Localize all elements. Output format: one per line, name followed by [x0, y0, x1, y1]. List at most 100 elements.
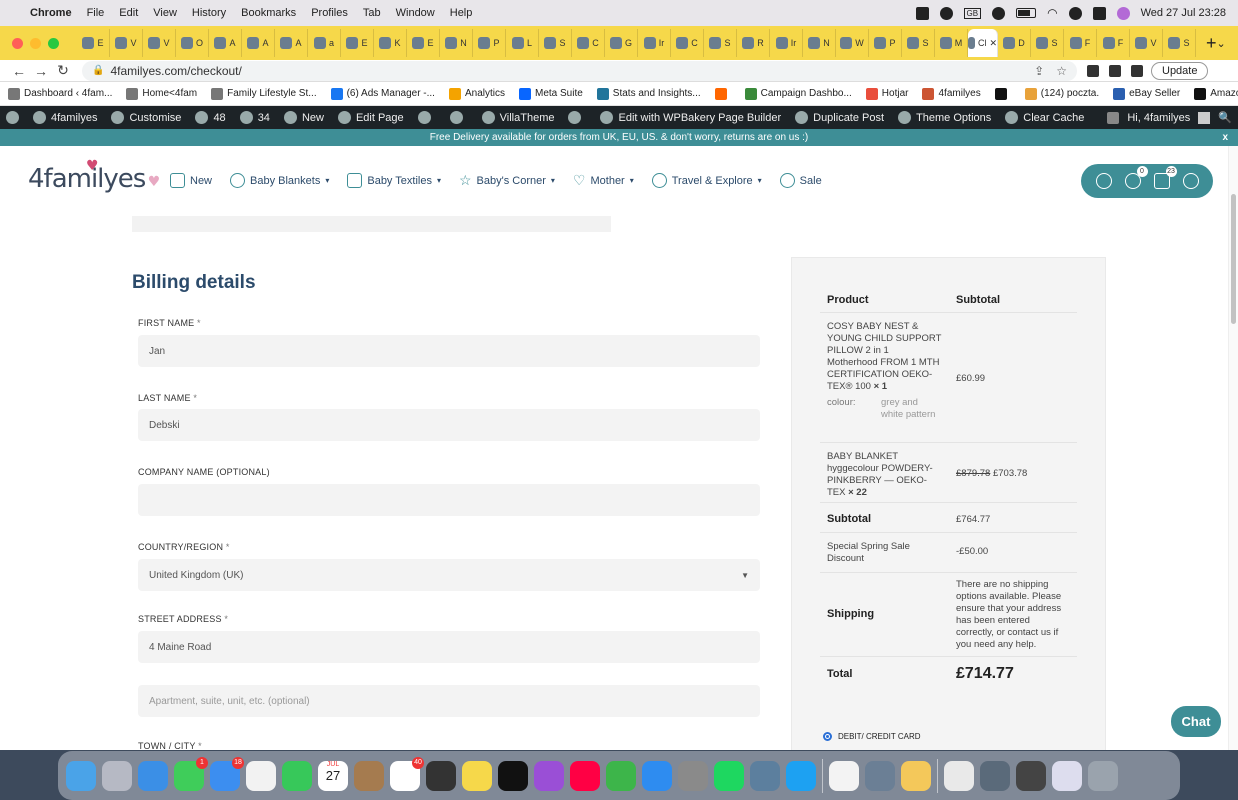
browser-tab[interactable]: N	[803, 29, 836, 57]
bookmark-star-icon[interactable]: ☆	[1056, 64, 1067, 78]
browser-tab[interactable]: S	[539, 29, 572, 57]
bookmark-item[interactable]: Family Lifestyle St...	[211, 87, 317, 100]
skype-icon[interactable]	[786, 760, 816, 791]
browser-tab[interactable]: S	[1031, 29, 1064, 57]
preview-icon[interactable]	[865, 760, 895, 791]
admin-bar-item[interactable]: New	[283, 111, 324, 124]
menu-help[interactable]: Help	[450, 7, 473, 19]
news-icon[interactable]	[570, 760, 600, 791]
admin-bar-item[interactable]: 48	[195, 111, 226, 124]
admin-bar-item[interactable]	[417, 111, 436, 124]
facetime-icon[interactable]	[282, 760, 312, 791]
browser-tab[interactable]: E	[341, 29, 374, 57]
address-bar[interactable]: 🔒 4familyes.com/checkout/ ⇪ ☆	[82, 60, 1077, 81]
share-icon[interactable]: ⇪	[1034, 64, 1044, 78]
admin-bar-item[interactable]: Edit Page	[337, 111, 404, 124]
avatar[interactable]	[1198, 111, 1211, 124]
nav-baby-blankets[interactable]: Baby Blankets ▾	[230, 172, 329, 189]
folder-stack-icon[interactable]	[980, 760, 1010, 791]
menu-bookmarks[interactable]: Bookmarks	[241, 7, 296, 19]
menu-history[interactable]: History	[192, 7, 226, 19]
first-name-input[interactable]: Jan	[138, 335, 760, 367]
bookmark-item[interactable]: Campaign Dashbo...	[744, 87, 852, 100]
new-tab-button[interactable]: +	[1206, 33, 1217, 54]
banner-close-button[interactable]: x	[1222, 129, 1228, 146]
menu-file[interactable]: File	[87, 7, 105, 19]
bookmark-item[interactable]: Dashboard ‹ 4fam...	[8, 87, 112, 100]
bookmark-item[interactable]: Amazon	[1194, 87, 1238, 100]
nav-new[interactable]: New	[170, 172, 212, 189]
chat-button[interactable]: Chat	[1171, 706, 1221, 737]
country-select[interactable]: United Kingdom (UK) ▼	[138, 559, 760, 591]
app-store-icon[interactable]	[642, 760, 672, 791]
browser-tab[interactable]: G	[605, 29, 638, 57]
clock[interactable]: Wed 27 Jul 23:28	[1141, 7, 1226, 19]
calendar-icon[interactable]: JUL 27	[318, 760, 348, 791]
launchpad-icon[interactable]	[102, 760, 132, 791]
browser-tab[interactable]: V	[143, 29, 176, 57]
admin-search-icon[interactable]: 🔍	[1218, 111, 1232, 124]
battery-icon[interactable]	[1016, 8, 1037, 18]
close-window-button[interactable]	[12, 37, 23, 49]
admin-bar-item[interactable]: VillaTheme	[481, 111, 554, 124]
checkbox-status-icon[interactable]	[915, 6, 929, 20]
browser-tab[interactable]: A	[242, 29, 275, 57]
podcasts-icon[interactable]	[534, 760, 564, 791]
street-address-input[interactable]: 4 Maine Road	[138, 631, 760, 663]
browser-tab[interactable]: C	[671, 29, 704, 57]
trash-icon[interactable]	[1088, 760, 1118, 791]
browser-tab[interactable]: Cl ✕	[968, 29, 998, 57]
lock-icon[interactable]: 🔒	[92, 65, 104, 76]
reading-list-icon[interactable]	[1109, 64, 1121, 77]
admin-bar-item[interactable]: 4familyes	[33, 111, 97, 124]
contacts-icon[interactable]	[354, 760, 384, 791]
last-name-input[interactable]: Debski	[138, 409, 760, 441]
browser-tab[interactable]: O	[176, 29, 209, 57]
bookmark-item[interactable]: Stats and Insights...	[596, 87, 701, 100]
account-icon[interactable]	[1095, 173, 1112, 189]
sidebar-icon[interactable]	[1131, 64, 1143, 77]
wifi-icon[interactable]: ◠	[1047, 6, 1057, 20]
spotify-icon[interactable]	[714, 760, 744, 791]
user-status-icon[interactable]	[992, 6, 1006, 20]
bookmark-item[interactable]: eBay Seller	[1113, 87, 1180, 100]
company-name-input[interactable]	[138, 484, 760, 516]
pages-icon[interactable]	[901, 760, 931, 791]
nav-travel-explore[interactable]: Travel & Explore ▾	[651, 172, 762, 189]
payment-card-radio[interactable]	[823, 732, 832, 741]
menu-tab[interactable]: Tab	[363, 7, 381, 19]
control-center-icon[interactable]	[1092, 6, 1106, 20]
page-scrollbar[interactable]	[1228, 146, 1238, 750]
grammarly-icon[interactable]	[939, 6, 953, 20]
wordpress-logo-icon[interactable]	[6, 111, 19, 124]
back-button[interactable]: ←	[8, 63, 30, 79]
siri-icon[interactable]	[1116, 6, 1130, 20]
forward-button[interactable]: →	[30, 63, 52, 79]
browser-tab[interactable]: D	[998, 29, 1031, 57]
browser-tab[interactable]: V	[1130, 29, 1163, 57]
update-button[interactable]: Update	[1151, 61, 1209, 80]
search-icon[interactable]	[1068, 6, 1082, 20]
admin-bar-item[interactable]: Customise	[111, 111, 181, 124]
menu-view[interactable]: View	[153, 7, 177, 19]
browser-tab[interactable]: W	[836, 29, 869, 57]
close-tab-icon[interactable]: ✕	[989, 38, 997, 49]
browser-tab[interactable]: S	[704, 29, 737, 57]
browser-tab[interactable]: F	[1064, 29, 1097, 57]
admin-bar-item[interactable]: Clear Cache	[1005, 111, 1084, 124]
browser-tab[interactable]: K	[374, 29, 407, 57]
minimize-window-button[interactable]	[30, 37, 41, 49]
search-magnifier-icon[interactable]	[1182, 173, 1199, 189]
mail-icon[interactable]: 18	[210, 756, 244, 791]
scrollbar-thumb[interactable]	[1231, 194, 1236, 324]
reminders-icon[interactable]: 40	[390, 756, 424, 791]
browser-tab[interactable]: S	[902, 29, 935, 57]
extensions-puzzle-icon[interactable]	[1087, 64, 1099, 77]
browser-tab[interactable]: R	[737, 29, 770, 57]
browser-tab[interactable]: P	[869, 29, 902, 57]
notes-icon[interactable]	[462, 760, 492, 791]
menu-profiles[interactable]: Profiles	[311, 7, 348, 19]
bookmark-item[interactable]: Home<4fam	[126, 87, 197, 100]
calculator-icon[interactable]	[426, 760, 456, 791]
admin-bar-item[interactable]	[568, 111, 586, 124]
